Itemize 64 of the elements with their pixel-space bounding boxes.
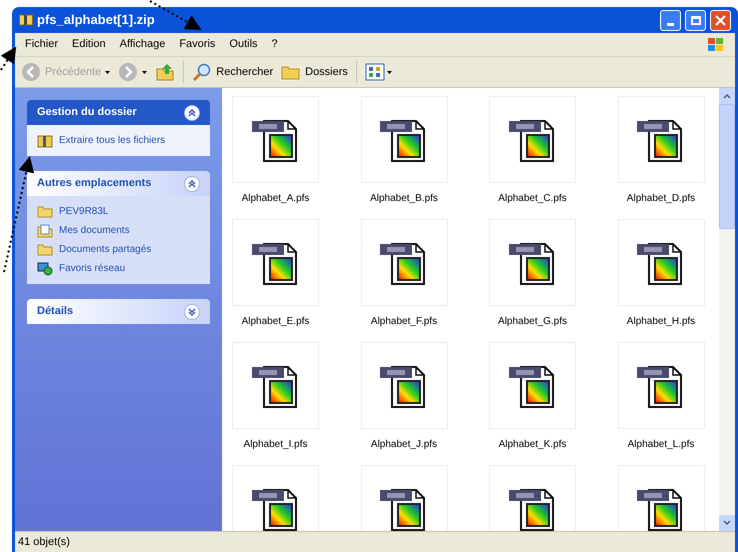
folder-icon xyxy=(37,205,53,218)
window-title: pfs_alphabet[1].zip xyxy=(37,11,155,30)
file-name[interactable]: Alphabet_C.pfs xyxy=(498,191,567,206)
file-name[interactable]: Alphabet_B.pfs xyxy=(370,191,438,206)
file-name[interactable]: Alphabet_E.pfs xyxy=(242,314,310,329)
file-thumbnail[interactable] xyxy=(618,342,704,429)
up-folder-icon[interactable] xyxy=(155,62,176,82)
file-thumbnail[interactable] xyxy=(489,219,576,306)
search-icon xyxy=(192,62,212,82)
file-name[interactable]: Alphabet_K.pfs xyxy=(498,437,566,452)
file-name[interactable]: Alphabet_L.pfs xyxy=(628,437,694,452)
task-link[interactable]: Favoris réseau xyxy=(59,261,126,276)
windows-flag-icon xyxy=(707,36,725,52)
menu-item[interactable]: Fichier xyxy=(25,36,58,53)
documents-folder-icon xyxy=(37,224,53,238)
file-name[interactable]: Alphabet_J.pfs xyxy=(370,437,438,452)
file-thumbnail[interactable] xyxy=(618,96,704,183)
zip-folder-icon xyxy=(37,134,53,148)
menu-item[interactable]: Favoris xyxy=(179,36,216,53)
views-button[interactable] xyxy=(364,63,392,81)
task-link[interactable]: Mes documents xyxy=(59,223,130,238)
file-thumbnail[interactable] xyxy=(618,219,704,306)
task-link[interactable]: PEV9R83L xyxy=(59,204,108,219)
annotation-arrow xyxy=(0,46,16,71)
status-text: 41 objet(s) xyxy=(18,534,70,550)
file-name[interactable]: Alphabet_F.pfs xyxy=(370,314,438,329)
network-globe-icon xyxy=(37,262,53,276)
file-name[interactable]: Alphabet_A.pfs xyxy=(242,191,310,206)
views-grid-icon xyxy=(364,63,385,81)
minimize-button[interactable] xyxy=(660,10,681,30)
expand-chevron-icon[interactable] xyxy=(184,304,200,320)
collapse-chevron-icon[interactable] xyxy=(184,176,200,192)
file-name[interactable]: Alphabet_H.pfs xyxy=(626,314,696,329)
file-thumbnail[interactable] xyxy=(489,342,576,429)
file-name[interactable]: Alphabet_G.pfs xyxy=(498,314,567,329)
vertical-scrollbar[interactable] xyxy=(719,88,735,531)
menu-item[interactable]: Edition xyxy=(72,36,106,53)
file-thumbnail[interactable] xyxy=(232,96,319,183)
collapse-chevron-icon[interactable] xyxy=(184,104,200,120)
file-thumbnail[interactable] xyxy=(360,96,448,183)
file-thumbnail[interactable] xyxy=(232,342,319,429)
task-link[interactable]: Extraire tous les fichiers xyxy=(59,133,166,148)
maximize-button[interactable] xyxy=(685,10,706,30)
task-link[interactable]: Documents partagés xyxy=(59,242,152,257)
caret-icon[interactable] xyxy=(386,70,392,74)
menu-item[interactable]: ? xyxy=(272,36,278,53)
close-button[interactable] xyxy=(710,10,731,30)
file-name[interactable]: Alphabet_I.pfs xyxy=(244,437,308,452)
menu-item[interactable]: Outils xyxy=(229,36,258,53)
panel-header[interactable]: Autres emplacements xyxy=(27,171,210,196)
panel-header[interactable]: Détails xyxy=(27,299,210,324)
menu-item[interactable]: Affichage xyxy=(120,36,166,53)
file-thumbnail[interactable] xyxy=(232,219,319,306)
zip-folder-icon xyxy=(19,14,33,26)
file-name[interactable]: Alphabet_D.pfs xyxy=(626,191,696,206)
scroll-thumb[interactable] xyxy=(719,104,735,229)
search-button[interactable]: Rechercher xyxy=(192,62,274,82)
file-thumbnail[interactable] xyxy=(489,96,576,183)
file-thumbnail[interactable] xyxy=(360,219,448,306)
close-icon xyxy=(715,14,726,26)
file-thumbnail[interactable] xyxy=(360,342,448,429)
panel-header[interactable]: Gestion du dossier xyxy=(27,100,210,125)
folder-icon xyxy=(37,243,53,256)
folders-button[interactable]: Dossiers xyxy=(281,63,348,81)
